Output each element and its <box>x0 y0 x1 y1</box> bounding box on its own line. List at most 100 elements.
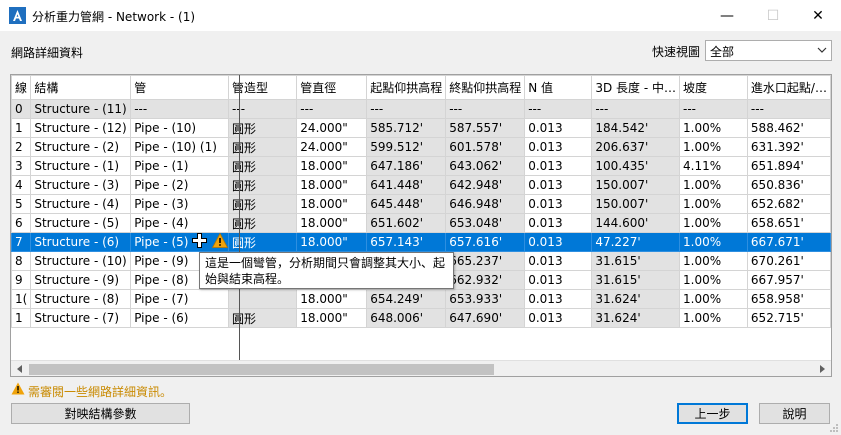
table-cell[interactable]: --- <box>524 99 593 119</box>
table-cell[interactable]: 7 <box>11 232 32 252</box>
table-cell[interactable]: Structure - (3) <box>30 175 132 195</box>
table-cell[interactable]: 667.671' <box>746 232 831 252</box>
table-cell[interactable]: 18.000" <box>296 175 368 195</box>
table-cell[interactable]: Pipe - (1) <box>130 156 230 176</box>
table-cell[interactable]: Pipe - (3) <box>130 194 230 214</box>
table-cell[interactable]: 0.013 <box>524 213 593 233</box>
table-cell[interactable]: --- <box>445 99 526 119</box>
table-cell[interactable]: 662.932' <box>445 270 526 290</box>
table-cell[interactable]: Structure - (5) <box>30 213 132 233</box>
table-cell[interactable]: 8 <box>11 251 32 271</box>
table-cell[interactable]: Pipe - (6) <box>130 308 230 328</box>
table-cell[interactable]: 646.948' <box>445 194 526 214</box>
table-cell[interactable]: 657.143' <box>366 232 447 252</box>
back-button[interactable]: 上一步 <box>677 403 748 424</box>
table-cell[interactable]: 0.013 <box>524 251 593 271</box>
scroll-left-icon[interactable] <box>15 364 24 374</box>
table-cell[interactable]: 657.616' <box>445 232 526 252</box>
table-cell[interactable]: 653.048' <box>445 213 526 233</box>
table-cell[interactable]: 641.448' <box>366 175 447 195</box>
table-cell[interactable]: 643.062' <box>445 156 526 176</box>
table-cell[interactable]: 647.690' <box>445 308 526 328</box>
table-cell[interactable]: 651.894' <box>746 156 831 176</box>
table-cell[interactable]: Pipe - (4) <box>130 213 230 233</box>
horizontal-scrollbar[interactable] <box>11 360 831 376</box>
table-row[interactable]: 3 Structure - (1) Pipe - (1) 圓形 18.000" 647.1… <box>11 156 831 176</box>
table-cell[interactable]: 0.013 <box>524 194 593 214</box>
column-header[interactable]: 3D 長度 - 中… <box>591 75 680 100</box>
table-cell[interactable]: Pipe - (10) <box>130 118 230 138</box>
network-details-grid[interactable]: 線 結構 管 管造型 管直徑 起點仰拱高程 終點仰拱高程 N 值 3D 長度 -… <box>10 74 832 377</box>
table-cell[interactable]: 588.462' <box>746 118 831 138</box>
table-cell[interactable]: 645.448' <box>366 194 447 214</box>
table-cell[interactable]: 585.712' <box>366 118 447 138</box>
table-cell[interactable]: 642.948' <box>445 175 526 195</box>
table-cell[interactable]: 0.013 <box>524 156 593 176</box>
table-row[interactable]: 2 Structure - (2) Pipe - (10) (1) 圓形 24.000"… <box>11 137 831 157</box>
table-cell[interactable]: 631.392' <box>746 137 831 157</box>
table-cell[interactable]: 1.00% <box>679 232 748 252</box>
table-cell[interactable]: 667.957' <box>746 270 831 290</box>
table-cell[interactable]: 4.11% <box>679 156 748 176</box>
table-cell[interactable]: 654.249' <box>366 289 447 309</box>
table-cell[interactable]: 18.000" <box>296 232 368 252</box>
table-cell[interactable]: 1.00% <box>679 251 748 271</box>
table-cell[interactable]: Structure - (1) <box>30 156 132 176</box>
table-cell[interactable]: 652.715' <box>746 308 831 328</box>
table-row[interactable]: 4 Structure - (3) Pipe - (2) 圓形 18.000" 641.4… <box>11 175 831 195</box>
column-header[interactable]: 結構 <box>30 75 132 100</box>
table-cell[interactable]: 144.600' <box>591 213 680 233</box>
table-cell[interactable]: 601.578' <box>445 137 526 157</box>
resize-grip-icon[interactable] <box>829 423 839 433</box>
table-cell[interactable]: Structure - (7) <box>30 308 132 328</box>
table-cell[interactable]: 665.237' <box>445 251 526 271</box>
table-row[interactable]: 1(Structure - (8) Pipe - (7) 18.000" 654.24… <box>11 289 831 309</box>
table-cell[interactable]: 652.682' <box>746 194 831 214</box>
table-cell[interactable]: 670.261' <box>746 251 831 271</box>
table-cell[interactable]: 0.013 <box>524 232 593 252</box>
table-cell[interactable]: Structure - (12) <box>30 118 132 138</box>
table-cell[interactable]: 31.615' <box>591 270 680 290</box>
table-cell[interactable]: 100.435' <box>591 156 680 176</box>
column-header[interactable]: 坡度 <box>679 75 748 100</box>
table-cell[interactable]: 184.542' <box>591 118 680 138</box>
table-cell[interactable]: --- <box>130 99 230 119</box>
table-cell[interactable]: 206.637' <box>591 137 680 157</box>
column-header[interactable]: 線 <box>11 75 32 100</box>
table-cell[interactable]: Structure - (9) <box>30 270 132 290</box>
table-cell[interactable]: Pipe - (2) <box>130 175 230 195</box>
table-cell[interactable]: 1 <box>11 118 32 138</box>
table-row[interactable]: 6 Structure - (5) Pipe - (4) 圓形 18.000" 651.6… <box>11 213 831 233</box>
table-cell[interactable]: 150.007' <box>591 175 680 195</box>
table-cell[interactable]: 18.000" <box>296 213 368 233</box>
table-cell[interactable]: 24.000" <box>296 137 368 157</box>
table-cell[interactable]: 653.933' <box>445 289 526 309</box>
table-cell[interactable]: 1 <box>11 308 32 328</box>
column-header[interactable]: 進水口起點/… <box>746 75 831 100</box>
table-cell[interactable]: 0.013 <box>524 137 593 157</box>
table-cell[interactable]: Structure - (2) <box>30 137 132 157</box>
table-cell[interactable]: 0.013 <box>524 175 593 195</box>
table-cell[interactable]: 1.00% <box>679 289 748 309</box>
scroll-right-icon[interactable] <box>818 364 827 374</box>
map-structure-params-button[interactable]: 對映結構參數 <box>11 403 190 424</box>
column-header[interactable]: 終點仰拱高程 <box>445 75 526 100</box>
table-cell[interactable]: 47.227' <box>591 232 680 252</box>
column-header[interactable]: 管 <box>130 75 230 100</box>
table-cell[interactable]: 0.013 <box>524 118 593 138</box>
column-header[interactable]: 管直徑 <box>296 75 368 100</box>
table-row[interactable]: 5 Structure - (4) Pipe - (3) 圓形 18.000" 645.4… <box>11 194 831 214</box>
table-cell[interactable]: 18.000" <box>296 156 368 176</box>
table-row[interactable]: 1 Structure - (7) Pipe - (6) 圓形 18.000" 648.0… <box>11 308 831 328</box>
table-cell[interactable]: 1( <box>11 289 32 309</box>
table-cell[interactable]: 24.000" <box>296 118 368 138</box>
table-cell[interactable]: Structure - (4) <box>30 194 132 214</box>
minimize-button[interactable]: — <box>704 0 750 31</box>
scrollbar-thumb[interactable] <box>29 364 494 375</box>
table-cell[interactable]: 150.007' <box>591 194 680 214</box>
table-cell[interactable]: 1.00% <box>679 118 748 138</box>
close-button[interactable]: ✕ <box>795 0 841 31</box>
table-cell[interactable]: 0.013 <box>524 270 593 290</box>
quick-view-dropdown[interactable]: 全部 <box>705 40 832 61</box>
table-cell[interactable]: 2 <box>11 137 32 157</box>
